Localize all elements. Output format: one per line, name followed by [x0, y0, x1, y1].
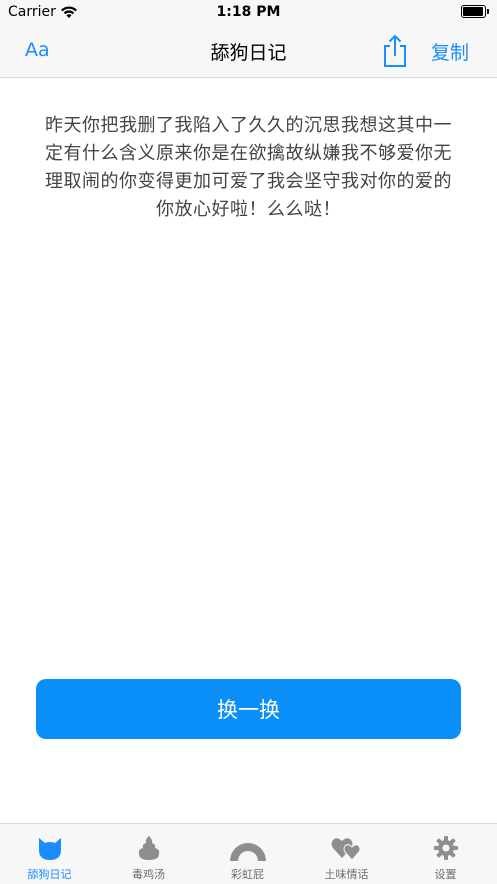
change-button[interactable]: 换一换: [36, 679, 461, 739]
page-title: 舔狗日记: [210, 42, 287, 64]
tab-label: 彩虹屁: [231, 868, 264, 881]
rainbow-icon: [228, 834, 268, 862]
tab-label: 舔狗日记: [27, 868, 72, 881]
cat-icon: [36, 834, 64, 862]
tab-label: 毒鸡汤: [132, 868, 165, 881]
tab-bar: 舔狗日记 毒鸡汤 彩虹屁 土味情话 设置: [0, 823, 497, 884]
hearts-icon: [330, 834, 364, 862]
change-button-label: 换一换: [217, 698, 280, 722]
status-bar: Carrier 1:18 PM: [0, 0, 497, 26]
poop-icon: [135, 834, 163, 862]
tab-cheesy-love-words[interactable]: 土味情话: [297, 824, 396, 884]
navigation-bar: Aa 舔狗日记 复制: [0, 26, 497, 78]
diary-text: 昨天你把我删了我陷入了久久的沉思我想这其中一定有什么含义原来你是在欲擒故纵嫌我不…: [45, 115, 452, 220]
tab-label: 设置: [434, 868, 457, 881]
gear-icon: [432, 834, 460, 862]
status-time: 1:18 PM: [216, 4, 281, 20]
tab-rainbow-fart[interactable]: 彩虹屁: [198, 824, 297, 884]
tab-poison-chicken-soup[interactable]: 毒鸡汤: [99, 824, 198, 884]
tab-label: 土味情话: [324, 868, 369, 881]
share-icon[interactable]: [381, 34, 409, 68]
copy-button[interactable]: 复制: [431, 38, 469, 65]
battery-icon: [461, 5, 489, 18]
tab-settings[interactable]: 设置: [396, 824, 495, 884]
tab-licking-dog-diary[interactable]: 舔狗日记: [0, 824, 99, 884]
